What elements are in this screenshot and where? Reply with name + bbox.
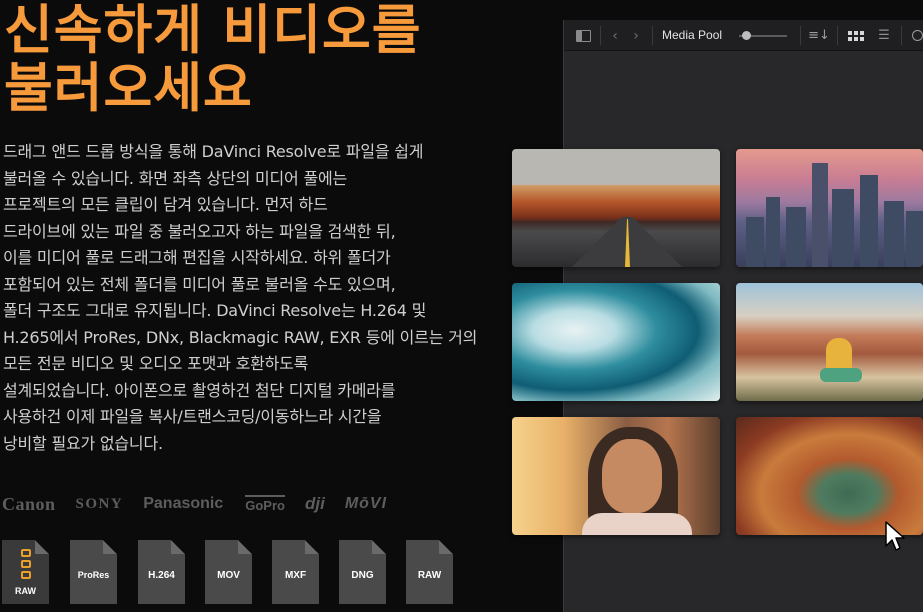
- file-format-label: RAW: [15, 586, 36, 596]
- file-format-label: ProRes: [77, 570, 110, 580]
- description-line: 이를 미디어 풀로 드래그해 편집을 시작하세요. 하위 폴더가: [3, 248, 391, 267]
- headline-line-2: 불러오세요: [4, 58, 253, 119]
- description-line: 포함되어 있는 전체 폴더를 미디어 풀로 불러올 수도 있으며,: [3, 274, 396, 294]
- building-shape: [832, 189, 854, 267]
- description-line: 사용하건 이제 파일을 복사/트랜스코딩/이동하느라 시간을: [3, 407, 382, 426]
- headline: 신속하게 비디오를 불러오세요: [4, 2, 484, 118]
- skirt-shape: [820, 368, 862, 382]
- film-icon: [21, 549, 31, 581]
- back-button[interactable]: ‹: [606, 20, 624, 51]
- toolbar-divider: [837, 26, 838, 45]
- building-shape: [860, 175, 878, 267]
- dji-logo: dji: [304, 494, 325, 513]
- sort-button[interactable]: ≡↓: [807, 20, 831, 51]
- building-shape: [906, 211, 923, 267]
- prores-file-icon: ProRes: [70, 540, 117, 604]
- file-format-label: MXF: [284, 570, 307, 581]
- forward-icon: ›: [633, 27, 639, 44]
- media-pool-toolbar: ‹ › Media Pool ≡↓ ☰: [564, 20, 923, 51]
- brand-logos: Canon SONY Panasonic GoPro dji MōVI: [2, 490, 472, 518]
- zoom-slider-handle[interactable]: [742, 31, 751, 40]
- file-format-label: DNG: [351, 570, 374, 581]
- list-view-button[interactable]: ☰: [873, 20, 895, 51]
- raw-file-icon: RAW: [406, 540, 453, 604]
- clip-thumbnail-canyon[interactable]: [736, 417, 923, 535]
- mov-file-icon: MOV: [205, 540, 252, 604]
- panel-toggle-icon: [575, 29, 591, 42]
- headline-line-1: 신속하게 비디오를: [4, 0, 422, 61]
- grid-view-icon: [848, 30, 864, 41]
- building-shape: [786, 207, 806, 267]
- description-line: 프로젝트의 모든 클립이 담겨 있습니다. 먼저 하드: [3, 195, 328, 214]
- description-line: 낭비할 필요가 없습니다.: [3, 433, 163, 453]
- clip-thumbnail-city-skyline[interactable]: [736, 149, 923, 267]
- mouse-cursor-icon: [885, 521, 905, 551]
- forward-button[interactable]: ›: [627, 20, 645, 51]
- sony-logo: SONY: [75, 495, 124, 512]
- description-line: 불러올 수 있습니다. 화면 좌측 상단의 미디어 풀에는: [3, 168, 348, 188]
- building-shape: [766, 197, 780, 267]
- building-shape: [812, 163, 828, 267]
- file-format-label: RAW: [417, 570, 442, 581]
- canon-logo: Canon: [2, 493, 56, 514]
- gopro-logo: GoPro: [245, 495, 285, 513]
- list-view-icon: ☰: [878, 28, 890, 43]
- panasonic-logo: Panasonic: [143, 495, 224, 512]
- building-shape: [746, 217, 764, 267]
- movi-logo: MōVI: [344, 495, 388, 512]
- shirt-shape: [582, 513, 692, 535]
- description-line: H.265에서 ProRes, DNx, Blackmagic RAW, EXR…: [3, 327, 478, 347]
- search-icon: [911, 30, 923, 41]
- description: 드래그 앤드 드롭 방식을 통해 DaVinci Resolve로 파일을 쉽게…: [3, 139, 483, 457]
- description-line: 드라이브에 있는 파일 중 불러오고자 하는 파일을 검색한 뒤,: [3, 221, 396, 241]
- description-line: 드래그 앤드 드롭 방식을 통해 DaVinci Resolve로 파일을 쉽게: [3, 142, 424, 161]
- sort-icon: ≡↓: [808, 28, 830, 43]
- toolbar-divider: [600, 26, 601, 45]
- clip-thumbnail-desert-road[interactable]: [512, 149, 720, 267]
- raw-file-icon: RAW: [2, 540, 49, 604]
- description-line: 폴더 구조도 그대로 유지됩니다. DaVinci Resolve는 H.264…: [3, 301, 427, 320]
- grid-view-button[interactable]: [845, 20, 867, 51]
- h264-file-icon: H.264: [138, 540, 185, 604]
- media-pool-title: Media Pool: [662, 28, 723, 42]
- panel-toggle-button[interactable]: [572, 20, 594, 51]
- file-format-label: H.264: [148, 570, 175, 581]
- toolbar-divider: [901, 26, 902, 45]
- description-line: 모든 전문 비디오 및 오디오 포맷과 호환하도록: [3, 354, 309, 373]
- dng-file-icon: DNG: [339, 540, 386, 604]
- clip-thumbnail-girl-overlooking-city[interactable]: [736, 283, 923, 401]
- back-icon: ‹: [612, 27, 618, 44]
- toolbar-divider: [800, 26, 801, 45]
- clip-thumbnail-ocean-waves[interactable]: [512, 283, 720, 401]
- clip-thumbnail-selfie-woman[interactable]: [512, 417, 720, 535]
- file-format-label: MOV: [217, 570, 240, 581]
- toolbar-divider: [652, 26, 653, 45]
- face-shape: [602, 439, 662, 513]
- mxf-file-icon: MXF: [272, 540, 319, 604]
- building-shape: [884, 201, 904, 267]
- description-line: 설계되었습니다. 아이폰으로 촬영하건 첨단 디지털 카메라를: [3, 380, 396, 400]
- search-button[interactable]: [909, 20, 923, 51]
